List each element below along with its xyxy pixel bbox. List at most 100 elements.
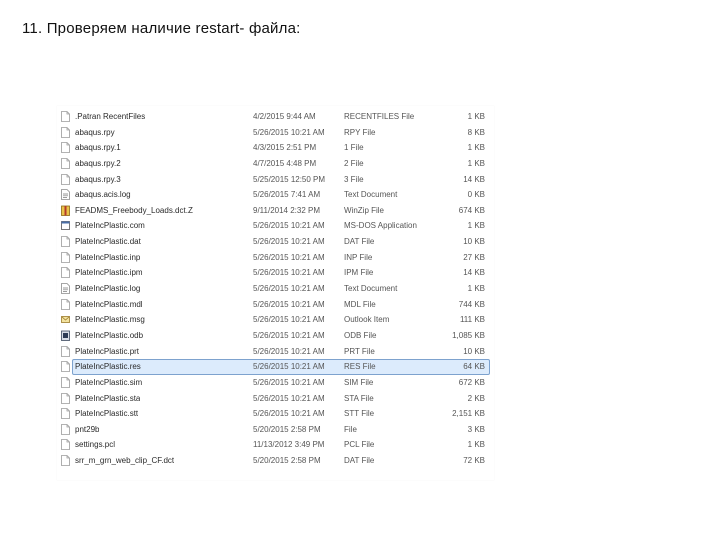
- file-date-modified: 5/26/2015 10:21 AM: [253, 127, 325, 137]
- file-date-modified: 4/3/2015 2:51 PM: [253, 143, 317, 153]
- document-icon: [61, 345, 70, 357]
- file-type: DAT File: [344, 456, 375, 466]
- file-type: RPY File: [344, 127, 376, 137]
- file-row[interactable]: .Patran RecentFiles 4/2/2015 9:44 AM RECEN…: [57, 109, 494, 125]
- text-document-icon: [61, 189, 70, 201]
- file-size: 1 KB: [467, 284, 485, 294]
- document-icon: [61, 361, 70, 373]
- file-row[interactable]: FEADMS_Freebody_Loads.dct.Z 9/11/2014 2:3…: [57, 203, 494, 219]
- file-type: Outlook Item: [344, 315, 390, 325]
- file-name: PlateIncPlastic.sim: [75, 377, 143, 387]
- file-size: 1 KB: [467, 440, 485, 450]
- file-row[interactable]: PlateIncPlastic.inp 5/26/2015 10:21 AM INP…: [57, 250, 494, 266]
- document-icon: [61, 158, 70, 169]
- file-list: .Patran RecentFiles 4/2/2015 9:44 AM RECEN…: [57, 109, 494, 469]
- file-size: 3 KB: [467, 424, 485, 434]
- document-icon: [61, 142, 70, 154]
- file-size: 27 KB: [463, 252, 485, 262]
- file-name: .Patran RecentFiles: [75, 112, 146, 121]
- document-icon: [61, 408, 70, 420]
- slide-title: 11. Проверяем наличие restart- файла:: [22, 20, 301, 37]
- file-type: RES File: [344, 362, 376, 372]
- file-row[interactable]: PlateIncPlastic.dat 5/26/2015 10:21 AM DAT…: [57, 234, 494, 250]
- file-type: INP File: [344, 252, 373, 262]
- text-document-icon: [61, 283, 70, 294]
- file-date-modified: 5/26/2015 10:21 AM: [253, 409, 325, 419]
- file-row[interactable]: PlateIncPlastic.odb 5/26/2015 10:21 AM ODB…: [57, 328, 494, 344]
- file-row[interactable]: settings.pcl 11/13/2012 3:49 PM PCL File 1 …: [57, 437, 494, 453]
- file-row[interactable]: PlateIncPlastic.prt 5/26/2015 10:21 AM PRT…: [57, 344, 494, 360]
- file-row[interactable]: PlateIncPlastic.ipm 5/26/2015 10:21 AM IPM…: [57, 265, 494, 281]
- file-type: SIM File: [344, 377, 374, 387]
- file-row[interactable]: PlateIncPlastic.log 5/26/2015 10:21 AM Tex…: [57, 281, 494, 297]
- file-date-modified: 5/26/2015 10:21 AM: [253, 221, 325, 231]
- file-name: pnt29b: [75, 424, 100, 434]
- file-row[interactable]: PlateIncPlastic.res 5/26/2015 10:21 AM RES…: [57, 359, 494, 376]
- document-icon: [61, 423, 70, 435]
- file-type: File: [344, 424, 357, 434]
- file-row[interactable]: abaqus.acis.log 5/26/2015 7:41 AM Text Doc…: [57, 187, 494, 203]
- file-size: 672 KB: [458, 377, 485, 387]
- file-name: PlateIncPlastic.dat: [75, 237, 141, 247]
- file-date-modified: 5/20/2015 2:58 PM: [253, 456, 321, 466]
- document-icon: [61, 173, 70, 185]
- file-row[interactable]: srr_m_grn_web_clip_CF.dct 5/20/2015 2:58 …: [57, 453, 494, 469]
- file-size: 64 KB: [463, 362, 485, 372]
- file-name: abaqus.rpy: [75, 127, 115, 137]
- file-date-modified: 9/11/2014 2:32 PM: [253, 205, 321, 215]
- file-row[interactable]: abaqus.rpy.1 4/3/2015 2:51 PM 1 File 1 KB: [57, 140, 494, 156]
- file-date-modified: 5/26/2015 10:21 AM: [253, 315, 325, 325]
- file-name: PlateIncPlastic.prt: [75, 346, 140, 356]
- file-row[interactable]: PlateIncPlastic.msg 5/26/2015 10:21 AM Out…: [57, 312, 494, 328]
- file-row[interactable]: pnt29b 5/20/2015 2:58 PM File 3 KB: [57, 422, 494, 438]
- file-type: Text Document: [344, 284, 398, 294]
- file-type: WinZip File: [344, 205, 385, 215]
- file-row[interactable]: abaqus.rpy.2 4/7/2015 4:48 PM 2 File 1 KB: [57, 156, 494, 172]
- file-date-modified: 4/7/2015 4:48 PM: [253, 158, 317, 168]
- file-date-modified: 5/26/2015 10:21 AM: [253, 393, 325, 403]
- file-type: 1 File: [344, 143, 364, 153]
- document-icon: [61, 455, 70, 466]
- file-row[interactable]: PlateIncPlastic.sim 5/26/2015 10:21 AM SIM…: [57, 375, 494, 391]
- file-type: MS-DOS Application: [344, 221, 417, 231]
- file-name: PlateIncPlastic.log: [75, 284, 141, 294]
- file-size: 1 KB: [467, 158, 485, 168]
- file-type: 3 File: [344, 174, 364, 184]
- file-size: 1 KB: [467, 112, 485, 121]
- file-type: MDL File: [344, 299, 376, 309]
- file-type: DAT File: [344, 237, 375, 247]
- file-date-modified: 5/25/2015 12:50 PM: [253, 174, 326, 184]
- document-icon: [61, 251, 70, 263]
- odb-file-icon: [61, 330, 70, 341]
- file-size: 0 KB: [467, 190, 485, 200]
- file-size: 8 KB: [467, 127, 485, 137]
- file-type: PRT File: [344, 346, 375, 356]
- file-size: 1,085 KB: [452, 330, 485, 340]
- file-row[interactable]: PlateIncPlastic.sta 5/26/2015 10:21 AM STA…: [57, 391, 494, 407]
- file-date-modified: 5/26/2015 10:21 AM: [253, 252, 325, 262]
- file-type: PCL File: [344, 440, 375, 450]
- file-name: abaqus.rpy.3: [75, 174, 121, 184]
- file-type: Text Document: [344, 190, 398, 200]
- application-icon: [61, 220, 70, 231]
- file-row[interactable]: abaqus.rpy 5/26/2015 10:21 AM RPY File 8 KB: [57, 125, 494, 141]
- file-row[interactable]: abaqus.rpy.3 5/25/2015 12:50 PM 3 File 14 K…: [57, 172, 494, 188]
- file-type: STT File: [344, 409, 375, 419]
- file-name: PlateIncPlastic.odb: [75, 330, 144, 340]
- file-name: PlateIncPlastic.res: [75, 362, 141, 372]
- file-date-modified: 11/13/2012 3:49 PM: [253, 440, 325, 450]
- file-date-modified: 5/26/2015 10:21 AM: [253, 362, 325, 372]
- file-name: PlateIncPlastic.msg: [75, 315, 145, 325]
- outlook-item-icon: [61, 314, 70, 325]
- file-type: ODB File: [344, 330, 377, 340]
- file-row[interactable]: PlateIncPlastic.mdl 5/26/2015 10:21 AM MDL…: [57, 297, 494, 313]
- file-date-modified: 5/26/2015 10:21 AM: [253, 299, 325, 309]
- file-name: PlateIncPlastic.mdl: [75, 299, 143, 309]
- document-icon: [61, 392, 70, 404]
- file-name: PlateIncPlastic.stt: [75, 409, 139, 419]
- file-row[interactable]: PlateIncPlastic.stt 5/26/2015 10:21 AM STT…: [57, 406, 494, 422]
- file-row[interactable]: PlateIncPlastic.com 5/26/2015 10:21 AM MS-…: [57, 218, 494, 234]
- file-date-modified: 5/26/2015 10:21 AM: [253, 330, 325, 340]
- file-date-modified: 5/26/2015 10:21 AM: [253, 268, 325, 278]
- file-date-modified: 4/2/2015 9:44 AM: [253, 112, 316, 121]
